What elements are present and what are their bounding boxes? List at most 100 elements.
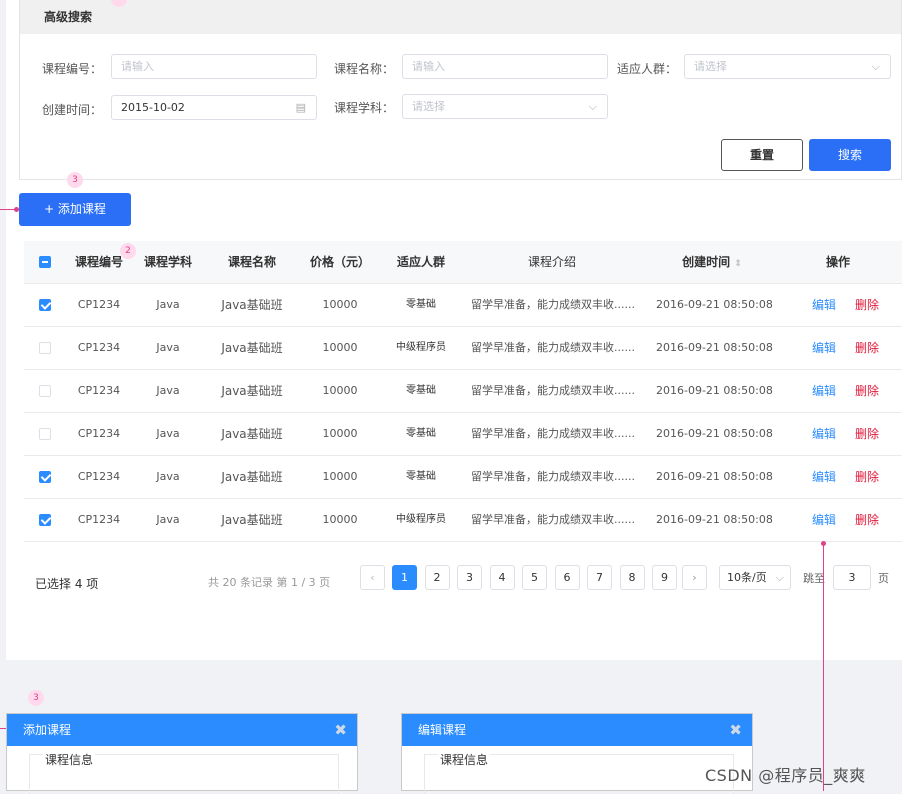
add-course-button[interactable]: + 添加课程 — [19, 193, 131, 226]
edit-link[interactable]: 编辑 — [810, 413, 838, 455]
cell-audience: 零基础 — [406, 385, 436, 396]
row-checkbox[interactable] — [39, 385, 51, 397]
audience-label: 适应人群： — [616, 62, 677, 76]
column-header: 适应人群 — [396, 255, 445, 269]
page-button[interactable]: 9 — [652, 565, 677, 590]
column-header: 课程名称 — [227, 255, 276, 269]
column-header: 课程介绍 — [527, 255, 576, 269]
edit-link[interactable]: 编辑 — [810, 456, 838, 498]
page-button[interactable]: 1 — [392, 565, 417, 590]
cell-name: Java基础班 — [221, 470, 283, 484]
cell-subject: Java — [156, 470, 180, 483]
modal-title: 编辑课程 — [418, 723, 467, 737]
column-header-sortable[interactable]: 创建时间 ⇕ — [670, 241, 754, 283]
created-time-header: 创建时间 — [682, 255, 731, 269]
annotation-line — [823, 544, 824, 791]
page-button[interactable]: 4 — [489, 565, 515, 590]
edit-link[interactable]: 编辑 — [810, 327, 838, 369]
table-row[interactable]: CP1234 Java Java基础班 10000 中级程序员 留学早准备，能力成绩双丰收… — [24, 327, 902, 370]
edit-link[interactable]: 编辑 — [810, 499, 838, 541]
next-page-button[interactable]: › — [682, 565, 707, 590]
edit-link[interactable]: 编辑 — [810, 370, 838, 412]
row-checkbox[interactable] — [39, 471, 51, 483]
table-row[interactable]: CP1234 Java Java基础班 10000 中级程序员 留学早准备，能力成绩双丰收… — [24, 499, 902, 542]
jump-label: 跳至 — [803, 572, 825, 585]
modal-header: 添加课程 ✖ — [7, 714, 357, 746]
prev-page-button[interactable]: ‹ — [360, 565, 385, 590]
cell-name: Java基础班 — [221, 384, 283, 398]
modal-title: 添加课程 — [23, 723, 72, 737]
subject-select[interactable]: 请选择 ⌵ — [402, 94, 608, 119]
cell-created: 2016-09-21 08:50:08 — [656, 384, 773, 397]
row-checkbox[interactable] — [39, 342, 51, 354]
selected-count: 已选择 4 项 — [35, 577, 99, 591]
row-checkbox[interactable] — [39, 428, 51, 440]
delete-link[interactable]: 删除 — [853, 327, 881, 369]
course-info-section: 课程信息 — [424, 751, 734, 794]
page-button[interactable]: 8 — [619, 565, 645, 590]
subject-label: 课程学科： — [333, 101, 394, 115]
cell-price: 10000 — [322, 470, 358, 483]
search-panel-title: 高级搜索 — [20, 0, 901, 34]
edit-course-modal: 编辑课程 ✖ 课程信息 — [401, 713, 753, 794]
table-header: 课程编号 课程学科 课程名称 价格（元） 适应人群 课程介绍 创建时间 ⇕ 操作 — [24, 241, 902, 284]
course-code-label: 课程编号： — [41, 62, 102, 76]
page-size-select[interactable]: 10条/页 ⌵ — [719, 565, 791, 590]
jump-page-input[interactable]: 3 — [833, 565, 871, 590]
cell-intro: 留学早准备，能力成绩双丰收...... — [471, 341, 635, 354]
audience-placeholder: 请选择 — [694, 60, 727, 73]
annotation-dot — [14, 207, 19, 212]
cell-intro: 留学早准备，能力成绩双丰收...... — [471, 470, 635, 483]
created-date-value: 2015-10-02 — [121, 101, 185, 114]
subject-placeholder: 请选择 — [412, 100, 445, 113]
delete-link[interactable]: 删除 — [853, 413, 881, 455]
delete-link[interactable]: 删除 — [853, 456, 881, 498]
cell-code: CP1234 — [77, 384, 121, 397]
cell-audience: 零基础 — [406, 299, 436, 310]
delete-link[interactable]: 删除 — [853, 499, 881, 541]
row-checkbox[interactable] — [39, 299, 51, 311]
cell-subject: Java — [156, 384, 180, 397]
section-title: 课程信息 — [438, 751, 491, 768]
close-icon[interactable]: ✖ — [729, 714, 742, 746]
annotation-marker: 2 — [120, 243, 136, 259]
edit-link[interactable]: 编辑 — [810, 284, 838, 326]
cell-price: 10000 — [322, 341, 358, 354]
cell-price: 10000 — [322, 298, 358, 311]
page-button[interactable]: 7 — [587, 565, 612, 590]
cell-created: 2016-09-21 08:50:08 — [656, 298, 773, 311]
page-button[interactable]: 6 — [554, 565, 580, 590]
chevron-right-icon: › — [692, 571, 697, 584]
cell-code: CP1234 — [77, 470, 121, 483]
close-icon[interactable]: ✖ — [334, 714, 347, 746]
cell-name: Java基础班 — [221, 298, 283, 312]
created-date-picker[interactable]: 2015-10-02 ▤ — [111, 95, 317, 120]
reset-button[interactable]: 重置 — [721, 139, 803, 171]
audience-select[interactable]: 请选择 ⌵ — [684, 54, 891, 79]
delete-link[interactable]: 删除 — [853, 370, 881, 412]
page-button[interactable]: 5 — [522, 565, 547, 590]
search-button[interactable]: 搜索 — [809, 139, 891, 171]
cell-name: Java基础班 — [221, 341, 283, 355]
table-row[interactable]: CP1234 Java Java基础班 10000 零基础 留学早准备，能力成绩双丰收..… — [24, 413, 902, 456]
annotation-marker: 3 — [28, 690, 44, 706]
cell-intro: 留学早准备，能力成绩双丰收...... — [471, 384, 635, 397]
sort-icon[interactable]: ⇕ — [734, 259, 742, 269]
table-body: CP1234 Java Java基础班 10000 零基础 留学早准备，能力成绩双丰收..… — [24, 284, 902, 542]
cell-created: 2016-09-21 08:50:08 — [656, 513, 773, 526]
table-row[interactable]: CP1234 Java Java基础班 10000 零基础 留学早准备，能力成绩双丰收..… — [24, 284, 902, 327]
select-all-checkbox[interactable] — [39, 256, 51, 268]
row-checkbox[interactable] — [39, 514, 51, 526]
delete-link[interactable]: 删除 — [853, 284, 881, 326]
cell-intro: 留学早准备，能力成绩双丰收...... — [471, 513, 635, 526]
add-course-modal: 添加课程 ✖ 课程信息 — [6, 713, 358, 794]
page-button[interactable]: 2 — [424, 565, 450, 590]
course-code-input[interactable]: 请输入 — [111, 54, 317, 79]
column-header: 操作 — [825, 255, 850, 269]
table-row[interactable]: CP1234 Java Java基础班 10000 零基础 留学早准备，能力成绩双丰收..… — [24, 370, 902, 413]
cell-price: 10000 — [322, 384, 358, 397]
course-name-input[interactable]: 请输入 — [402, 54, 608, 79]
table-row[interactable]: CP1234 Java Java基础班 10000 零基础 留学早准备，能力成绩双丰收..… — [24, 456, 902, 499]
record-summary: 共 20 条记录 第 1 / 3 页 — [208, 576, 331, 589]
page-button[interactable]: 3 — [457, 565, 482, 590]
